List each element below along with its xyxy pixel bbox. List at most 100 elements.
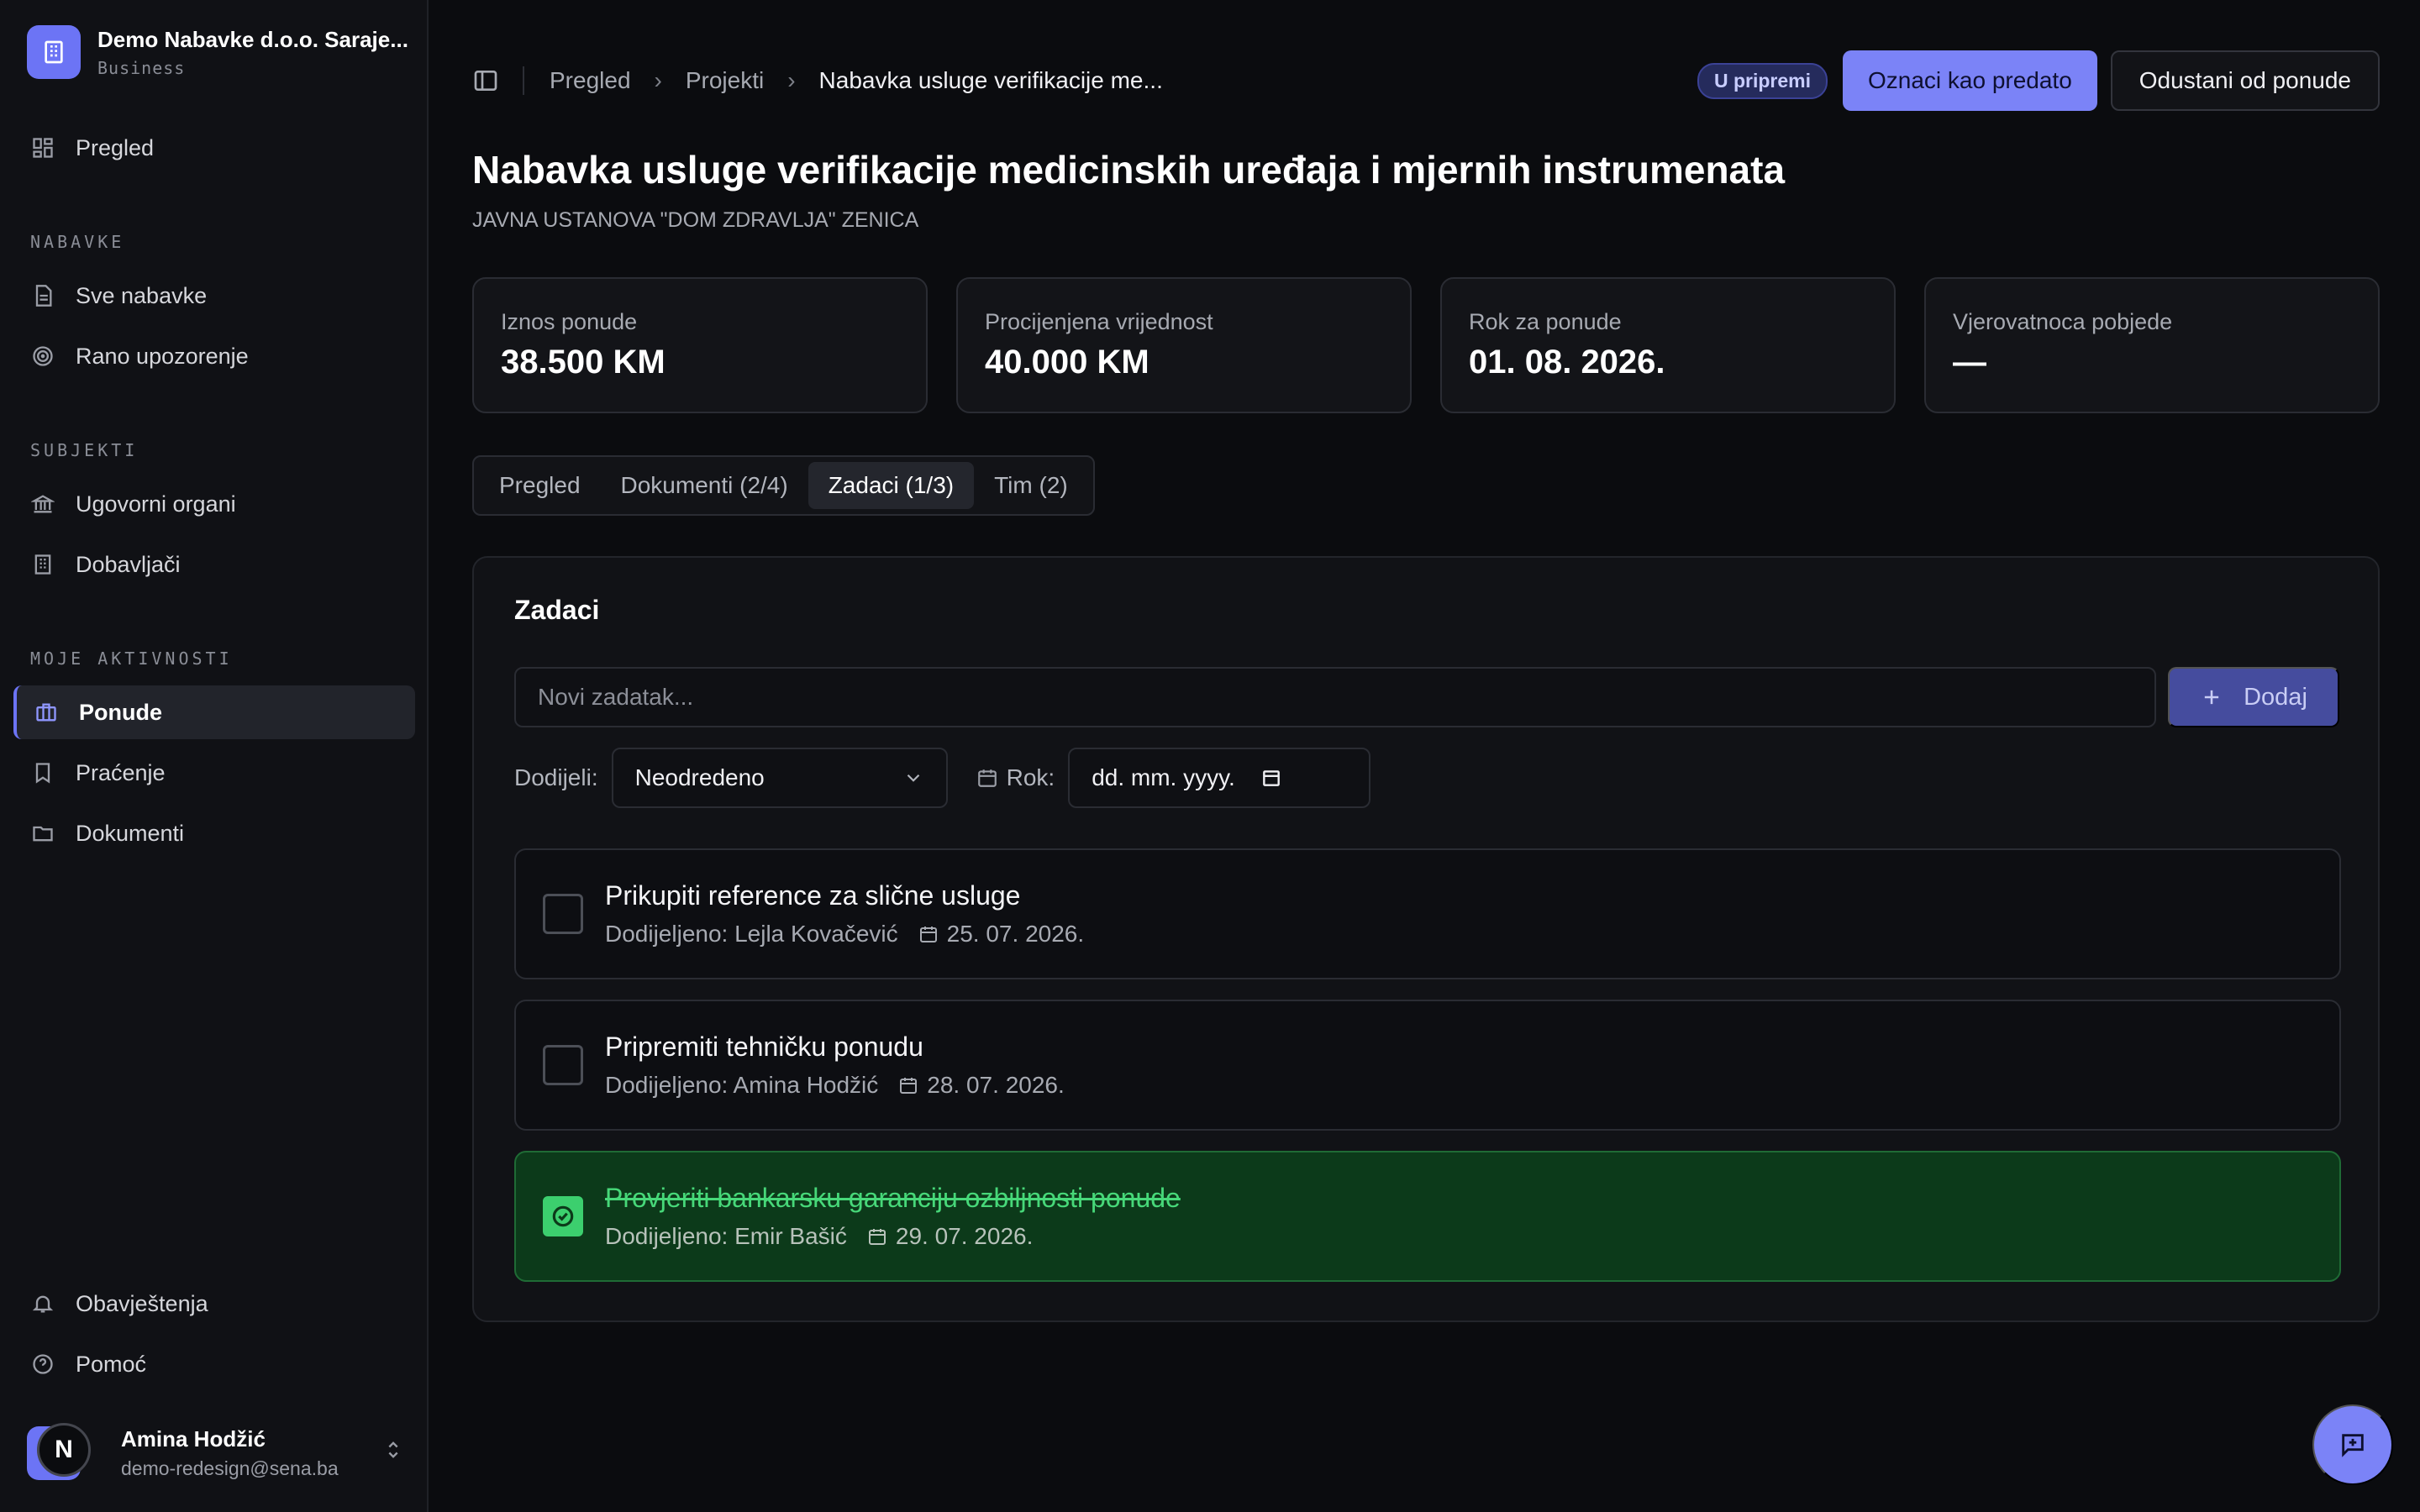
stat-card: Vjerovatnoca pobjede — [1924, 277, 2380, 413]
task-meta: Dodijeljeno: Amina Hodžić 28. 07. 2026. [605, 1072, 1065, 1099]
org-name: Demo Nabavke d.o.o. Saraje... [97, 26, 408, 52]
sidebar-item-sve-nabavke[interactable]: Sve nabavke [13, 269, 415, 323]
stat-label: Procijenjena vrijednost [985, 309, 1213, 334]
section-label-nabavke: NABAVKE [30, 232, 125, 252]
breadcrumb-root[interactable]: Pregled [550, 67, 631, 94]
assignee-select-value: Neodredeno [634, 764, 765, 790]
task-checkbox[interactable] [543, 894, 583, 934]
task-assignee: Dodijeljeno: Emir Bašić [605, 1223, 847, 1249]
due-label: Rok: [1006, 764, 1055, 790]
stat-card: Iznos ponude 38.500 KM [472, 277, 928, 413]
add-task-button[interactable]: Dodaj [2168, 667, 2339, 727]
org-switcher[interactable]: Demo Nabavke d.o.o. Saraje... Business [27, 25, 408, 79]
page-title: Nabavka usluge verifikacije medicinskih … [472, 148, 1786, 192]
stat-value: 38.500 KM [501, 344, 666, 381]
stats-row: Iznos ponude 38.500 KM Procijenjena vrij… [472, 277, 2380, 413]
add-task-label: Dodaj [2244, 683, 2307, 711]
sidebar-item-rano-upozorenje[interactable]: Rano upozorenje [13, 329, 415, 383]
task-assignee: Dodijeljeno: Lejla Kovačević [605, 921, 898, 947]
task-item: Prikupiti reference za slične usluge Dod… [514, 848, 2341, 979]
task-title: Provjeriti bankarsku garanciju ozbiljnos… [605, 1183, 1181, 1213]
tab-pregled[interactable]: Pregled [479, 462, 601, 509]
bell-icon [30, 1291, 55, 1316]
new-task-input[interactable]: Novi zadatak... [514, 667, 2156, 727]
task-title: Prikupiti reference za slične usluge [605, 880, 1021, 911]
stat-label: Rok za ponude [1469, 309, 1622, 334]
task-filters: Dodijeli: Neodredeno Rok: dd. mm. yyyy. [514, 748, 1371, 808]
breadcrumb-section[interactable]: Projekti [686, 67, 764, 94]
due-date-placeholder: dd. mm. yyyy. [1092, 764, 1235, 790]
sidebar-item-label: Dokumenti [76, 820, 185, 846]
sidebar-item-ponude[interactable]: Ponude [13, 685, 415, 739]
divider [523, 66, 524, 95]
check-circle-icon [550, 1203, 576, 1230]
sidebar-item-dobavljaci[interactable]: Dobavljači [13, 538, 415, 591]
sidebar-item-label: Obavještenja [76, 1290, 208, 1316]
task-checkbox-checked[interactable] [543, 1196, 583, 1236]
tab-tim[interactable]: Tim (2) [974, 462, 1088, 509]
task-due: 28. 07. 2026. [927, 1072, 1065, 1098]
radar-icon [30, 344, 55, 369]
folder-icon [30, 821, 55, 846]
org-plan: Business [97, 57, 186, 78]
stat-card: Procijenjena vrijednost 40.000 KM [956, 277, 1412, 413]
tasks-card-title: Zadaci [514, 595, 600, 625]
task-due: 25. 07. 2026. [946, 921, 1085, 947]
sidebar-toggle-icon[interactable] [472, 67, 499, 94]
sidebar-item-label: Sve nabavke [76, 282, 208, 308]
sidebar: Demo Nabavke d.o.o. Saraje... Business P… [0, 0, 429, 1512]
tab-bar: Pregled Dokumenti (2/4) Zadaci (1/3) Tim… [472, 455, 1095, 516]
sidebar-item-label: Ugovorni organi [76, 491, 236, 517]
chevron-right-icon: › [787, 67, 796, 93]
assignee-select[interactable]: Neodredeno [611, 748, 948, 808]
bookmark-icon [30, 760, 55, 785]
stat-value: 40.000 KM [985, 344, 1150, 381]
calendar-icon [976, 767, 998, 789]
task-due: 29. 07. 2026. [895, 1223, 1034, 1249]
withdraw-offer-button[interactable]: Odustani od ponude [2110, 50, 2380, 111]
mark-submitted-button[interactable]: Oznaci kao predato [1842, 50, 2097, 111]
sidebar-item-ugovorni-organi[interactable]: Ugovorni organi [13, 477, 415, 531]
sidebar-item-pomoc[interactable]: Pomoć [13, 1337, 415, 1391]
chevron-down-icon [902, 767, 924, 789]
stat-value: — [1953, 344, 1986, 381]
sidebar-item-label: Ponude [79, 699, 162, 725]
user-name: Amina Hodžić [121, 1426, 266, 1452]
tab-dokumenti[interactable]: Dokumenti (2/4) [601, 462, 808, 509]
tasks-card: Zadaci Novi zadatak... Dodaj Dodijeli: N… [472, 556, 2380, 1322]
stat-value: 01. 08. 2026. [1469, 344, 1665, 381]
message-plus-icon [2338, 1431, 2367, 1459]
calendar-icon[interactable] [1260, 767, 1282, 789]
grid-icon [30, 135, 55, 160]
sidebar-item-pregled[interactable]: Pregled [13, 121, 415, 175]
stat-label: Iznos ponude [501, 309, 638, 334]
task-checkbox[interactable] [543, 1045, 583, 1085]
task-title: Pripremiti tehničku ponudu [605, 1032, 923, 1062]
briefcase-icon [34, 700, 59, 725]
sidebar-item-label: Pregled [76, 134, 155, 160]
avatar-initial: N [37, 1423, 91, 1477]
sidebar-item-pracenje[interactable]: Praćenje [13, 746, 415, 800]
section-label-aktivnosti: MOJE AKTIVNOSTI [30, 648, 233, 669]
sidebar-item-label: Dobavljači [76, 551, 181, 577]
user-menu[interactable]: N Amina Hodžić demo-redesign@sena.ba [27, 1420, 405, 1487]
building-icon [27, 25, 81, 79]
plus-icon [2200, 685, 2223, 709]
stat-label: Vjerovatnoca pobjede [1953, 309, 2173, 334]
sidebar-item-label: Rano upozorenje [76, 343, 249, 369]
stat-card: Rok za ponude 01. 08. 2026. [1440, 277, 1896, 413]
task-item-completed: Provjeriti bankarsku garanciju ozbiljnos… [514, 1151, 2341, 1282]
tab-zadaci[interactable]: Zadaci (1/3) [808, 462, 975, 509]
sidebar-item-label: Praćenje [76, 759, 166, 785]
task-assignee: Dodijeljeno: Amina Hodžić [605, 1072, 879, 1098]
task-meta: Dodijeljeno: Lejla Kovačević 25. 07. 202… [605, 921, 1084, 948]
assign-label: Dodijeli: [514, 764, 598, 790]
feedback-fab-button[interactable] [2312, 1404, 2393, 1485]
sidebar-item-obavjestenja[interactable]: Obavještenja [13, 1277, 415, 1331]
calendar-icon [898, 1075, 918, 1095]
due-date-input[interactable]: dd. mm. yyyy. [1068, 748, 1371, 808]
calendar-icon [867, 1226, 887, 1247]
status-badge: U pripremi [1697, 62, 1828, 99]
file-icon [30, 283, 55, 308]
sidebar-item-dokumenti[interactable]: Dokumenti [13, 806, 415, 860]
